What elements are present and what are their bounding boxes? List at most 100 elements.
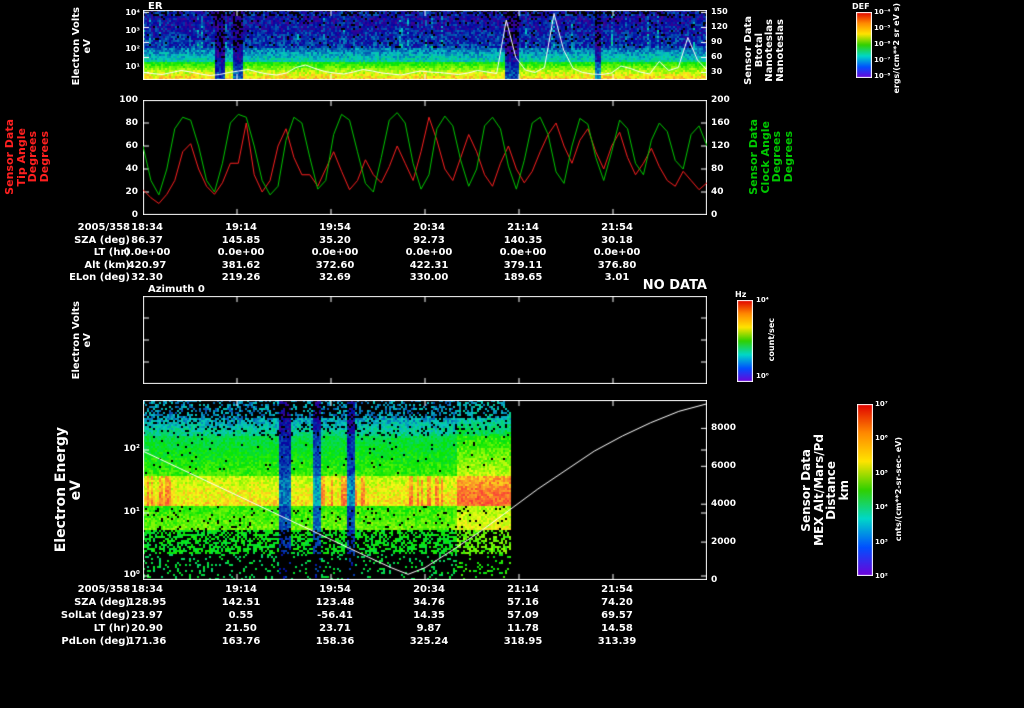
table-cell-value: 171.36 <box>127 636 167 647</box>
axis-label-line: eV <box>81 38 93 54</box>
table-cell-value: 330.00 <box>409 272 449 283</box>
tick-label: 10² <box>123 444 140 454</box>
table-time-value: 20:34 <box>413 584 445 595</box>
panel2-left-label: Sensor Data Tip Angle Degrees Degrees <box>3 96 51 218</box>
azimuth-plot-canvas <box>143 296 707 384</box>
table-cell-value: 35.20 <box>319 234 351 246</box>
table-cell-value: 30.18 <box>601 234 633 246</box>
table-cell-value: 0.0e+00 <box>311 247 359 258</box>
table-cell-value: 20.90 <box>131 623 163 634</box>
tick-label: 40 <box>125 164 138 174</box>
axis-label-line: Degrees <box>37 131 51 183</box>
table-cell-value: -56.41 <box>317 610 353 621</box>
no-data-label: NO DATA <box>642 278 707 293</box>
table-cell-value: 23.71 <box>319 623 351 634</box>
tick-label: 120 <box>711 141 730 151</box>
tick-label: 10⁴ <box>125 8 140 17</box>
tick-label: 10² <box>125 44 140 53</box>
tick-label: 10¹ <box>123 507 140 517</box>
colorbar1 <box>856 12 872 78</box>
panel1-right-label: Sensor Data Btotal Nanoteslas Nanoteslas <box>743 4 786 96</box>
axis-label-line: cnts/(cm**2-sr-sec- eV) <box>894 436 903 542</box>
table-cell-value: 0.0e+00 <box>123 247 171 258</box>
table-time-value: 21:14 <box>507 222 539 233</box>
table-cell-value: 21.50 <box>225 623 257 634</box>
table-time-value: 21:14 <box>507 584 539 595</box>
panel3-ylabel: Electron Volts eV <box>71 294 93 386</box>
panel3-title: Azimuth 0 <box>148 284 205 295</box>
table-cell-value: 189.65 <box>503 272 543 283</box>
tick-label: 30 <box>711 67 723 76</box>
axis-label-line: Degrees <box>26 131 40 183</box>
table-cell-value: 420.97 <box>127 259 167 271</box>
angles-plot-canvas <box>143 100 707 215</box>
tick-label: 20 <box>125 187 138 197</box>
table-time-value: 19:54 <box>319 584 351 595</box>
colorbar3-title: Hz <box>735 290 747 299</box>
axis-label-line: Nanoteslas <box>764 18 775 82</box>
tick-label: 160 <box>711 118 730 128</box>
tick-label: 0 <box>131 210 138 220</box>
tick-label: 0 <box>711 210 718 220</box>
table-time-value: 19:14 <box>225 222 257 233</box>
table-cell-value: 158.36 <box>315 636 355 647</box>
table-cell-value: 69.57 <box>601 610 633 621</box>
table-time-value: 20:34 <box>413 222 445 233</box>
panel1-ylabel: Electron Volts eV <box>71 7 93 85</box>
tick-label: 4000 <box>711 499 737 509</box>
axis-label-line: Sensor Data <box>3 119 16 195</box>
colorbar4 <box>857 404 873 576</box>
tick-label: 10⁰ <box>123 570 140 580</box>
axis-label-line: Sensor Data <box>799 448 813 532</box>
axis-label-line: Distance <box>824 460 839 520</box>
table-cell-value: 86.37 <box>131 234 163 246</box>
table-time-value: 18:34 <box>131 584 163 595</box>
table-cell-value: 140.35 <box>503 234 543 246</box>
table-cell-value: 422.31 <box>409 259 449 271</box>
table-cell-value: 92.73 <box>413 234 445 246</box>
table-cell-value: 11.78 <box>507 623 539 634</box>
table-cell-value: 34.76 <box>413 597 445 608</box>
axis-label-line: eV <box>81 332 93 348</box>
table-cell-value: 57.09 <box>507 610 539 621</box>
table-cell-value: 0.0e+00 <box>405 247 453 258</box>
table-cell-value: 32.30 <box>131 272 163 283</box>
table-cell-value: 325.24 <box>409 636 449 647</box>
tick-label: 60 <box>711 52 723 61</box>
table-cell-value: 123.48 <box>315 597 355 608</box>
table-cell-value: 219.26 <box>221 272 261 283</box>
table-cell-value: 14.58 <box>601 623 633 634</box>
tick-label: 100 <box>119 95 138 105</box>
tick-label: 0 <box>711 575 718 585</box>
axis-label-line: Sensor Data <box>743 15 754 85</box>
table-time-value: 21:54 <box>601 222 633 233</box>
tick-label: 40 <box>711 187 724 197</box>
tick-label: 8000 <box>711 423 737 433</box>
table-cell-value: 0.0e+00 <box>499 247 547 258</box>
table-time-value: 19:54 <box>319 222 351 233</box>
table-cell-value: 0.0e+00 <box>593 247 641 258</box>
colorbar3 <box>737 300 753 382</box>
table-time-value: 18:34 <box>131 222 163 233</box>
axis-label-line: Degrees <box>770 131 784 183</box>
table-cell-value: 9.87 <box>416 623 442 634</box>
er-spectrogram-canvas <box>143 10 707 80</box>
table-cell-value: 0.0e+00 <box>217 247 265 258</box>
tick-label: 60 <box>125 141 138 151</box>
colorbar4-units: cnts/(cm**2-sr-sec- eV) <box>894 398 903 580</box>
table-cell-value: 372.60 <box>315 259 355 271</box>
tick-label: 80 <box>711 164 724 174</box>
panel4-ylabel: Electron Energy eV <box>53 400 84 580</box>
axis-label-line: Nanoteslas <box>774 18 786 82</box>
table-cell-value: 23.97 <box>131 610 163 621</box>
tick-label: 80 <box>125 118 138 128</box>
axis-label-line: Degrees <box>781 131 795 183</box>
tick-label: 90 <box>711 37 723 46</box>
colorbar1-units: ergs/(cm**2 sr eV s) <box>892 2 901 94</box>
axis-label-line: Electron Energy <box>53 427 69 553</box>
table-time-value: 21:54 <box>601 584 633 595</box>
panel4-right-label: Sensor Data MEX Alt/Mars/Pd Distance km <box>799 396 851 584</box>
axis-label-line: km <box>836 479 851 501</box>
table-cell-value: 376.80 <box>597 259 637 271</box>
tick-label: 2000 <box>711 537 737 547</box>
